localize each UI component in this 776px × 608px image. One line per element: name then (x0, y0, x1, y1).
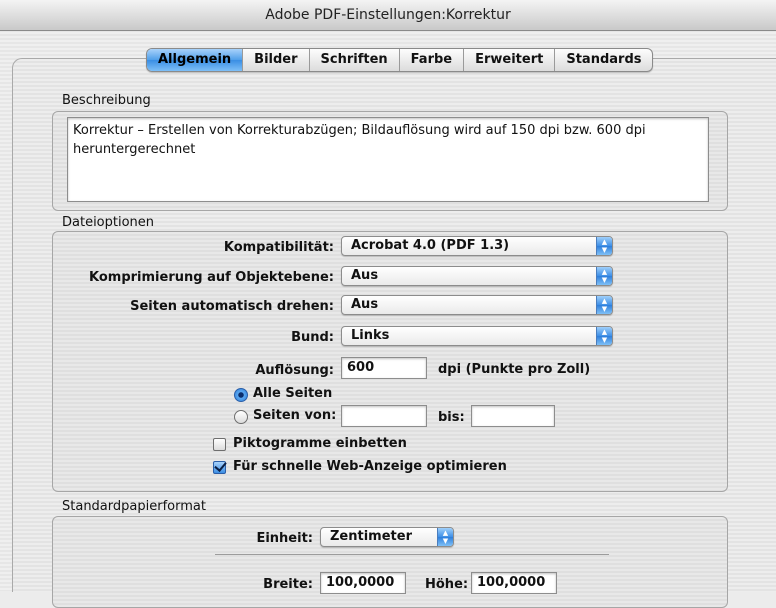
einheit-label: Einheit: (256, 531, 313, 546)
tab-erweitert[interactable]: Erweitert (463, 49, 554, 71)
bund-value: Links (351, 328, 390, 343)
web-anzeige-label: Für schnelle Web-Anzeige optimieren (233, 459, 507, 474)
aufloesung-unit: dpi (Punkte pro Zoll) (438, 362, 591, 377)
aufloesung-input[interactable]: 600 (341, 357, 427, 379)
popup-arrows-icon: ▲ ▼ (596, 237, 612, 255)
popup-arrows-icon: ▲ ▼ (437, 528, 453, 546)
tab-schriften[interactable]: Schriften (308, 49, 399, 71)
popup-arrows-icon: ▲ ▼ (596, 327, 612, 345)
kompatibilitaet-label: Kompatibilität: (223, 240, 334, 255)
seiten-von-label: Seiten von: (253, 408, 337, 423)
komprimierung-label: Komprimierung auf Objektebene: (89, 270, 334, 285)
window-title: Adobe PDF-Einstellungen:Korrektur (0, 0, 776, 31)
piktogramme-label: Piktogramme einbetten (233, 436, 407, 451)
beschreibung-text-line2: heruntergerechnet (73, 142, 196, 157)
bund-popup[interactable]: Links ▲ ▼ (341, 326, 613, 346)
aufloesung-label: Auflösung: (255, 363, 334, 378)
beschreibung-text-line1: Korrektur – Erstellen von Korrekturabzüg… (73, 123, 646, 138)
tab-allgemein[interactable]: Allgemein (147, 49, 243, 71)
tab-farbe[interactable]: Farbe (398, 49, 463, 71)
kompatibilitaet-value: Acrobat 4.0 (PDF 1.3) (351, 238, 510, 253)
bund-label: Bund: (291, 330, 334, 345)
tab-standards[interactable]: Standards (554, 49, 652, 71)
standardpapierformat-label: Standardpapierformat (62, 499, 206, 514)
drehen-value: Aus (351, 297, 379, 312)
drehen-popup[interactable]: Aus ▲ ▼ (341, 295, 613, 315)
einheit-value: Zentimeter (330, 529, 412, 544)
seiten-bis-input[interactable] (471, 405, 555, 427)
popup-arrows-icon: ▲ ▼ (596, 296, 612, 314)
seiten-von-radio[interactable] (234, 410, 248, 424)
tab-bar: Allgemein Bilder Schriften Farbe Erweite… (146, 48, 654, 72)
separator (215, 554, 609, 555)
dateioptionen-label: Dateioptionen (62, 215, 155, 230)
einheit-popup[interactable]: Zentimeter ▲ ▼ (320, 527, 454, 547)
tab-bilder[interactable]: Bilder (242, 49, 308, 71)
popup-arrows-icon: ▲ ▼ (596, 267, 612, 285)
bis-label: bis: (438, 410, 465, 425)
breite-label: Breite: (263, 577, 313, 592)
alle-seiten-radio[interactable] (234, 388, 248, 402)
beschreibung-textarea[interactable]: Korrektur – Erstellen von Korrekturabzüg… (67, 117, 709, 202)
alle-seiten-label: Alle Seiten (253, 386, 333, 401)
drehen-label: Seiten automatisch drehen: (130, 299, 334, 314)
komprimierung-popup[interactable]: Aus ▲ ▼ (341, 266, 613, 286)
beschreibung-label: Beschreibung (62, 93, 151, 108)
kompatibilitaet-popup[interactable]: Acrobat 4.0 (PDF 1.3) ▲ ▼ (341, 236, 613, 256)
hoehe-label: Höhe: (425, 577, 469, 592)
seiten-von-input[interactable] (341, 405, 427, 427)
komprimierung-value: Aus (351, 268, 379, 283)
piktogramme-checkbox[interactable] (213, 438, 226, 451)
web-anzeige-checkbox[interactable] (213, 461, 226, 474)
